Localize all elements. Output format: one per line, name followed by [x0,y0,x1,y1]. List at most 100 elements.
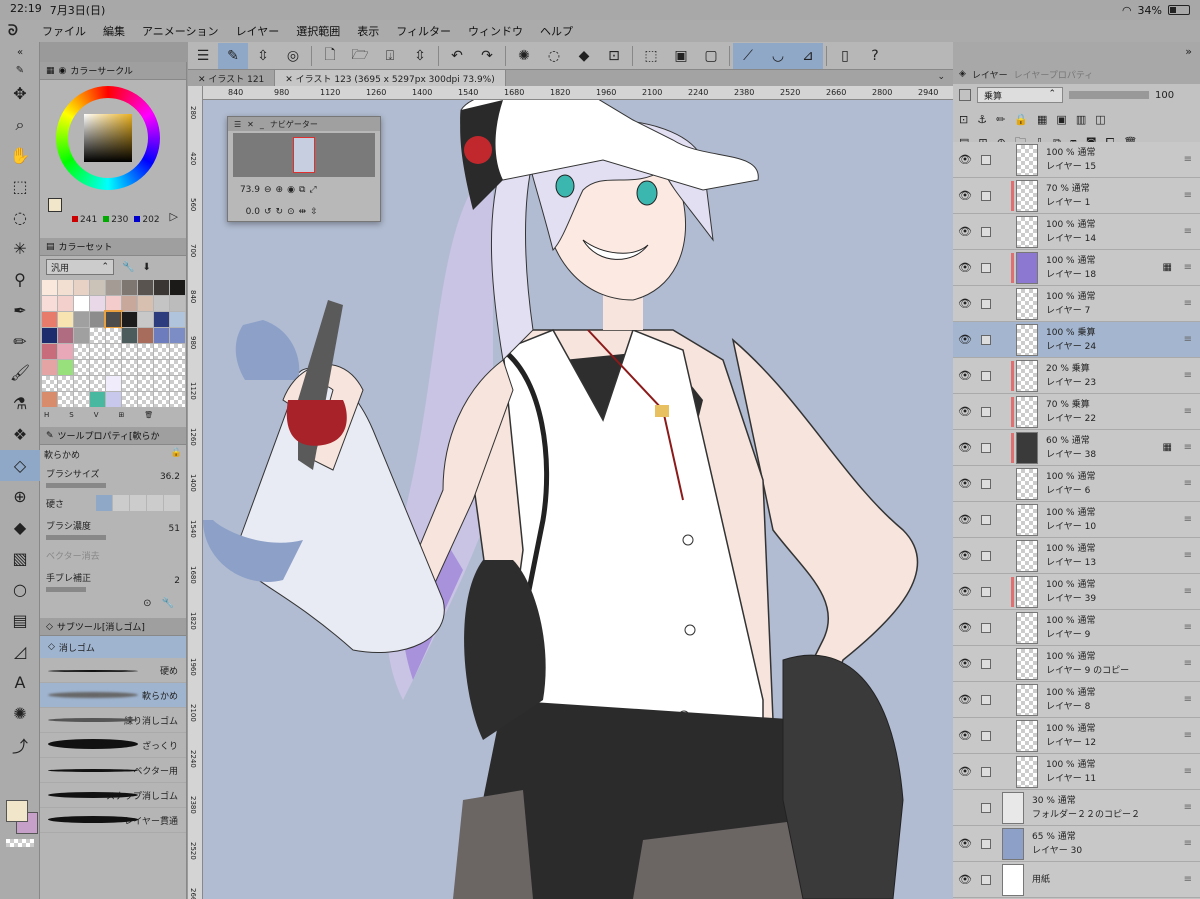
fit-icon[interactable]: ⧉ [299,185,305,195]
palette-swatch[interactable] [58,296,73,311]
palette-swatch[interactable] [90,328,105,343]
menu-filter[interactable]: フィルター [396,23,451,39]
layer-menu-icon[interactable]: ≡ [1184,442,1192,453]
palette-swatch[interactable] [90,312,105,327]
expand-icon[interactable]: » [1185,45,1192,58]
nav-min-icon[interactable]: _ [260,120,264,129]
tab-list-icon[interactable]: ⌄ [929,70,953,86]
palette-swatch[interactable] [74,360,89,375]
layer-menu-icon[interactable]: ≡ [1184,622,1192,633]
fullscreen-icon[interactable]: ⤢ [309,185,316,195]
eye-icon[interactable]: 👁 [953,513,977,526]
layer-checkbox[interactable] [981,874,991,885]
palette-swatch[interactable] [42,312,57,327]
subtool-item[interactable]: 軟らかめ [40,683,186,708]
clear-icon[interactable]: ◌ [539,43,569,69]
palette-swatch[interactable] [90,392,105,407]
layer-menu-icon[interactable]: ≡ [1184,190,1192,201]
palette-swatch[interactable] [122,312,137,327]
layer-menu-icon[interactable]: ≡ [1184,766,1192,777]
angle-value[interactable]: 0.0 [236,207,260,217]
palette-swatch[interactable] [170,376,185,391]
layer-row[interactable]: 👁 70 % 通常 レイヤー 1 ≡ [953,178,1200,214]
collapse-icon[interactable]: « [0,42,40,62]
subtool-item[interactable]: 硬め [40,658,186,683]
pen-tool-icon[interactable]: ✒ [0,295,40,326]
layer-row[interactable]: 👁 100 % 通常 レイヤー 10 ≡ [953,502,1200,538]
palette-swatch[interactable] [122,344,137,359]
eyedropper-icon[interactable]: ⚲ [0,264,40,295]
eye-icon[interactable]: 👁 [953,585,977,598]
eye-icon[interactable]: 👁 [953,369,977,382]
palette-swatch[interactable] [74,392,89,407]
menu-help[interactable]: ヘルプ [540,23,573,39]
menu-selection[interactable]: 選択範囲 [296,23,340,39]
nav-close-icon[interactable]: ✕ [247,120,254,129]
palette-swatch[interactable] [106,360,121,375]
eye-icon[interactable]: 👁 [953,225,977,238]
layer-checkbox[interactable] [981,262,991,273]
layer-checkbox[interactable] [981,226,991,237]
palette-swatch[interactable] [122,280,137,295]
eye-icon[interactable]: 👁 [953,297,977,310]
menu-icon[interactable]: ☰ [188,43,218,69]
selection-border-icon[interactable]: ▢ [696,43,726,69]
palette-swatch[interactable] [90,296,105,311]
eye-icon[interactable]: 👁 [953,549,977,562]
opacity-value[interactable]: 100 [1155,90,1174,101]
palette-swatch[interactable] [42,360,57,375]
updown2-icon[interactable]: ⇳ [405,43,435,69]
stabilization-value[interactable]: 2 [174,576,180,586]
tab-layer[interactable]: レイヤー [972,68,1008,81]
hand-tool-icon[interactable]: ✋ [0,140,40,171]
fill-tool-icon[interactable]: ◆ [0,512,40,543]
lock-layer-icon[interactable]: 🔒 [1014,113,1028,126]
palette-swatch[interactable] [74,344,89,359]
save-file-icon[interactable]: ⍗ [375,43,405,69]
clip-icon[interactable]: ⊡ [959,113,968,126]
panel-grip-icon[interactable]: ▦ [46,66,55,76]
eye-icon[interactable]: 👁 [953,765,977,778]
palette-swatch[interactable] [74,376,89,391]
layer-checkbox[interactable] [981,298,991,309]
brush-size-slider[interactable] [46,482,106,488]
rotate-right-icon[interactable]: ↻ [276,207,284,217]
layer-row[interactable]: 👁 100 % 通常 レイヤー 39 ≡ [953,574,1200,610]
save-icon[interactable]: ⬇ [142,262,150,273]
layer-row[interactable]: 👁 用紙 ≡ [953,862,1200,898]
airbrush-tool-icon[interactable]: ⚗ [0,388,40,419]
eye-icon[interactable]: 👁 [953,621,977,634]
stabilization-slider[interactable] [46,586,86,592]
palette-swatch[interactable] [170,392,185,407]
eye-icon[interactable]: 👁 [953,441,977,454]
deselect-icon[interactable]: ⬚ [636,43,666,69]
device-icon[interactable]: ▯ [830,43,860,69]
layer-checkbox[interactable] [981,766,991,777]
palette-swatch[interactable] [90,360,105,375]
open-folder-icon[interactable]: 🗁 [345,43,375,69]
palette-swatch[interactable] [122,376,137,391]
eye-icon[interactable]: 👁 [953,405,977,418]
palette-swatch[interactable] [154,376,169,391]
palette-swatch[interactable] [90,376,105,391]
layer-row[interactable]: 👁 100 % 通常 レイヤー 12 ≡ [953,718,1200,754]
layer-menu-icon[interactable]: ≡ [1184,802,1192,813]
layer-row[interactable]: 👁 100 % 通常 レイヤー 7 ≡ [953,286,1200,322]
undo-icon[interactable]: ↶ [442,43,472,69]
grid-snap-icon[interactable]: ⊿ [793,42,823,69]
layer-checkbox[interactable] [981,334,991,345]
main-color-swatch[interactable] [6,800,28,822]
layer-menu-icon[interactable]: ≡ [1184,658,1192,669]
layer-row[interactable]: 👁 20 % 乗算 レイヤー 23 ≡ [953,358,1200,394]
text-tool-icon[interactable]: A [0,667,40,698]
edit-icon[interactable]: ✎ [218,42,248,69]
layer-menu-icon[interactable]: ≡ [1184,478,1192,489]
layer-checkbox[interactable] [981,838,991,849]
layer-menu-icon[interactable]: ≡ [1184,838,1192,849]
palette-swatch[interactable] [170,296,185,311]
palette-swatch[interactable] [138,312,153,327]
ruler-layer-icon[interactable]: ◫ [1095,113,1105,126]
brush-size-value[interactable]: 36.2 [160,472,180,482]
menu-view[interactable]: 表示 [357,23,379,39]
palette-swatch[interactable] [154,280,169,295]
